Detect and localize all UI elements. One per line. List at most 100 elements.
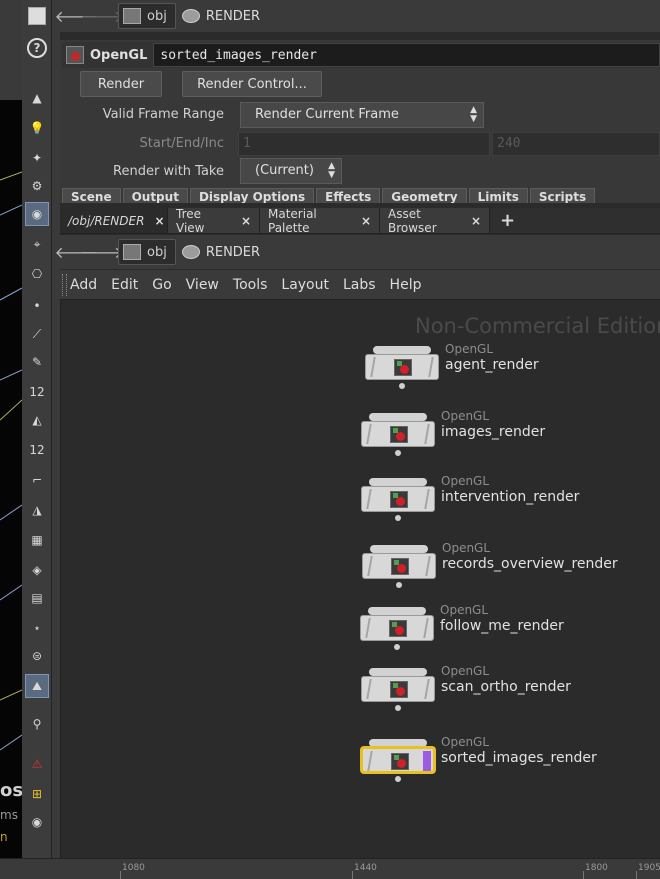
close-tab-icon[interactable]: × bbox=[241, 214, 251, 228]
path-crumb-label: obj bbox=[147, 244, 167, 260]
network-node[interactable] bbox=[365, 346, 439, 390]
render-with-take-menu[interactable]: (Current) ▲ ▼ bbox=[240, 158, 342, 184]
node-type-label: OpenGL bbox=[441, 474, 490, 488]
network-menu-tools[interactable]: Tools bbox=[233, 277, 268, 293]
count-12-icon[interactable]: 12 bbox=[25, 380, 49, 404]
param-tab[interactable]: Display Options bbox=[189, 188, 315, 203]
valid-frame-range-label: Valid Frame Range bbox=[102, 107, 224, 122]
network-menu-edit[interactable]: Edit bbox=[111, 277, 138, 293]
network-menu-add[interactable]: Add bbox=[70, 277, 97, 293]
network-menu-go[interactable]: Go bbox=[152, 277, 171, 293]
diamond-icon[interactable]: ◈ bbox=[25, 558, 49, 582]
node-output-connector[interactable] bbox=[395, 450, 401, 456]
count-12b-icon[interactable]: 12 bbox=[25, 438, 49, 462]
param-tab[interactable]: Output bbox=[122, 188, 188, 203]
node-name-label: records_overview_render bbox=[442, 556, 618, 572]
network-node[interactable] bbox=[361, 478, 435, 522]
brush-icon[interactable]: ⟋ bbox=[25, 322, 49, 346]
valid-frame-range-menu[interactable]: Render Current Frame ▲ ▼ bbox=[240, 102, 484, 128]
curve-icon[interactable]: ⌐ bbox=[25, 468, 49, 492]
render-button[interactable]: Render bbox=[80, 71, 162, 97]
node-name-field[interactable] bbox=[153, 43, 660, 67]
eye-icon[interactable]: ◉ bbox=[25, 810, 49, 834]
node-body[interactable] bbox=[361, 747, 435, 773]
paint-icon[interactable]: ◭ bbox=[25, 408, 49, 432]
node-body[interactable] bbox=[361, 486, 435, 512]
sculpt-icon[interactable]: ◮ bbox=[25, 498, 49, 522]
menubar-grip[interactable] bbox=[62, 274, 67, 296]
timeline-ruler[interactable]: 1080 1440 1800 1905 bbox=[0, 858, 660, 879]
network-menu-layout[interactable]: Layout bbox=[281, 277, 329, 293]
camera-icon[interactable]: ⌖ bbox=[25, 232, 49, 256]
network-menu-help[interactable]: Help bbox=[390, 277, 422, 293]
stereo-camera-icon[interactable]: ⎔ bbox=[25, 262, 49, 286]
node-input-bar bbox=[373, 346, 431, 354]
network-node[interactable] bbox=[362, 545, 436, 589]
pane-tab[interactable]: /obj/RENDER × bbox=[60, 208, 168, 233]
network-node[interactable] bbox=[361, 668, 435, 712]
node-body[interactable] bbox=[361, 421, 435, 447]
close-tab-icon[interactable]: × bbox=[471, 214, 481, 228]
node-body[interactable] bbox=[360, 615, 434, 641]
node-body[interactable] bbox=[361, 676, 435, 702]
path-crumb-obj[interactable]: obj bbox=[118, 3, 176, 29]
network-editor[interactable]: Non-Commercial Edition OpenGL agent_rende… bbox=[60, 300, 660, 858]
node-body[interactable] bbox=[362, 553, 436, 579]
close-tab-icon[interactable]: × bbox=[361, 214, 371, 228]
help-icon[interactable]: ? bbox=[25, 36, 49, 60]
pane-splitter[interactable] bbox=[52, 0, 60, 858]
path-crumb-obj[interactable]: obj bbox=[118, 239, 176, 265]
sky-light-icon[interactable]: ◉ bbox=[25, 202, 49, 226]
pin-icon[interactable]: ⚲ bbox=[25, 712, 49, 736]
node-output-connector[interactable] bbox=[395, 705, 401, 711]
tool-glyph: ⌖ bbox=[33, 236, 41, 251]
map-icon[interactable]: ▤ bbox=[25, 586, 49, 610]
network-node[interactable] bbox=[361, 413, 435, 457]
disc-icon[interactable]: ⊜ bbox=[25, 644, 49, 668]
network-node[interactable] bbox=[360, 607, 434, 651]
network-node[interactable] bbox=[361, 739, 435, 783]
node-output-connector[interactable] bbox=[394, 644, 400, 650]
node-bypass-stripe bbox=[366, 489, 372, 509]
path-crumb-render[interactable]: RENDER bbox=[181, 9, 260, 24]
node-output-connector[interactable] bbox=[395, 515, 401, 521]
node-body[interactable] bbox=[365, 354, 439, 380]
point-light-icon[interactable]: 💡 bbox=[25, 116, 49, 140]
pane-tab[interactable]: Material Palette × bbox=[260, 207, 380, 235]
node-output-connector[interactable] bbox=[396, 582, 402, 588]
close-tab-icon[interactable]: × bbox=[154, 214, 164, 228]
param-tab[interactable]: Scripts bbox=[529, 188, 596, 203]
pane-tab[interactable]: Tree View × bbox=[168, 207, 260, 235]
start-frame-field[interactable]: 1 bbox=[238, 132, 490, 156]
checker-icon[interactable]: ▦ bbox=[25, 528, 49, 552]
end-frame-field[interactable]: 240 bbox=[492, 132, 660, 156]
add-light-icon[interactable]: ▲ bbox=[25, 86, 49, 110]
area-light-icon[interactable]: ⚙ bbox=[25, 174, 49, 198]
param-tab[interactable]: Effects bbox=[316, 188, 381, 203]
render-control-button[interactable]: Render Control... bbox=[182, 71, 322, 97]
viewport-3d[interactable]: os ms n bbox=[0, 0, 22, 858]
point-icon[interactable]: • bbox=[25, 294, 49, 318]
forward-arrow-icon[interactable]: 🡒 bbox=[81, 6, 124, 26]
node-flag-stripe bbox=[424, 679, 430, 699]
new-tab-plus-icon[interactable]: + bbox=[490, 208, 525, 233]
warning-icon[interactable]: ⚠ bbox=[25, 752, 49, 776]
grid-view-icon[interactable]: ⊞ bbox=[25, 782, 49, 806]
param-tab[interactable]: Geometry bbox=[382, 188, 467, 203]
param-tab[interactable]: Limits bbox=[468, 188, 528, 203]
path-crumb-render[interactable]: RENDER bbox=[181, 245, 260, 260]
pane-tab[interactable]: Asset Browser × bbox=[380, 207, 490, 235]
network-menu-view[interactable]: View bbox=[186, 277, 219, 293]
tool-box-icon[interactable] bbox=[25, 4, 49, 28]
pen-icon[interactable]: ✎ bbox=[25, 350, 49, 374]
spot-light-icon[interactable]: ✦ bbox=[25, 146, 49, 170]
render-flag[interactable] bbox=[423, 751, 431, 771]
node-output-connector[interactable] bbox=[399, 383, 405, 389]
node-link-icon[interactable]: ⋆ bbox=[25, 616, 49, 640]
network-menubar: Add Edit Go View Tools Layout Labs Help bbox=[60, 270, 660, 300]
landscape-icon[interactable]: ⛰ bbox=[25, 674, 49, 698]
node-output-connector[interactable] bbox=[395, 776, 401, 782]
param-tab[interactable]: Scene bbox=[62, 188, 121, 203]
network-menu-labs[interactable]: Labs bbox=[343, 277, 376, 293]
forward-arrow-icon[interactable]: 🡒 bbox=[81, 242, 124, 262]
